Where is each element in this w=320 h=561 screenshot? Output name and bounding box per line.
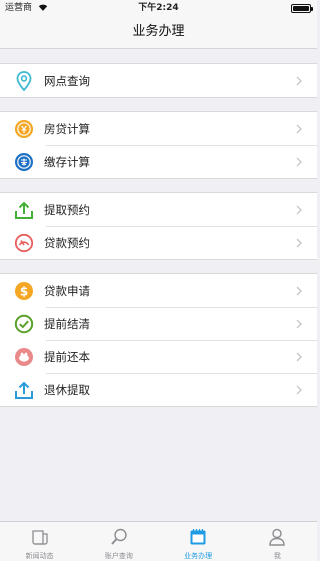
chevron-right-icon bbox=[296, 124, 302, 133]
row-deposit-calc[interactable]: 缴存计算 bbox=[0, 145, 317, 178]
row-label: 提前还本 bbox=[44, 349, 90, 364]
row-loan-application[interactable]: $ 贷款申请 bbox=[0, 274, 317, 307]
row-label: 提取预约 bbox=[44, 202, 90, 217]
row-label: 退休提取 bbox=[44, 382, 90, 397]
status-time: 下午2:24 bbox=[138, 3, 179, 13]
loan-calc-icon bbox=[14, 119, 34, 139]
row-early-settlement[interactable]: 提前结清 bbox=[0, 307, 317, 340]
check-circle-icon bbox=[14, 314, 34, 334]
upload-icon bbox=[14, 200, 34, 220]
chevron-right-icon bbox=[296, 76, 302, 85]
tab-account-query[interactable]: 账户查询 bbox=[79, 522, 158, 561]
battery-icon bbox=[291, 4, 313, 13]
row-label: 缴存计算 bbox=[44, 154, 90, 169]
deposit-calc-icon bbox=[14, 152, 34, 172]
chevron-right-icon bbox=[296, 157, 302, 166]
row-label: 网点查询 bbox=[44, 73, 90, 88]
row-label: 房贷计算 bbox=[44, 121, 90, 136]
list-group: $ 贷款申请 提前结清 提前还本 退休提取 bbox=[0, 273, 317, 407]
location-pin-icon bbox=[14, 70, 34, 91]
chevron-right-icon bbox=[296, 319, 302, 328]
tab-bar: 新闻动态 账户查询 业务办理 我 bbox=[0, 521, 317, 561]
share-out-icon bbox=[14, 380, 34, 400]
row-label: 提前结清 bbox=[44, 316, 90, 331]
row-loan-appointment[interactable]: 贷款预约 bbox=[0, 226, 317, 259]
chevron-right-icon bbox=[296, 286, 302, 295]
row-label: 贷款申请 bbox=[44, 283, 90, 298]
calendar-icon bbox=[187, 526, 209, 548]
svg-text:$: $ bbox=[20, 284, 28, 298]
gauge-icon bbox=[14, 233, 34, 253]
row-retirement-withdraw[interactable]: 退休提取 bbox=[0, 373, 317, 406]
list-group: 网点查询 bbox=[0, 63, 317, 98]
chevron-right-icon bbox=[296, 385, 302, 394]
list-group: 房贷计算 缴存计算 bbox=[0, 111, 317, 179]
tab-label: 新闻动态 bbox=[25, 552, 54, 560]
tab-label: 业务办理 bbox=[184, 552, 213, 560]
tab-label: 我 bbox=[273, 552, 281, 560]
magnifier-icon bbox=[108, 526, 130, 548]
chevron-right-icon bbox=[296, 352, 302, 361]
row-withdraw-appointment[interactable]: 提取预约 bbox=[0, 193, 317, 226]
tab-me[interactable]: 我 bbox=[238, 522, 317, 561]
person-icon bbox=[266, 526, 288, 548]
tab-business[interactable]: 业务办理 bbox=[159, 522, 238, 561]
news-icon bbox=[29, 526, 51, 548]
dollar-coin-icon: $ bbox=[14, 281, 34, 301]
chevron-right-icon bbox=[296, 238, 302, 247]
status-bar: 运营商 下午2:24 bbox=[0, 0, 317, 16]
piggy-bank-icon bbox=[14, 347, 34, 367]
row-mortgage-calc[interactable]: 房贷计算 bbox=[0, 112, 317, 145]
tab-label: 账户查询 bbox=[104, 552, 133, 560]
nav-bar: 业务办理 bbox=[0, 16, 317, 49]
row-early-repayment[interactable]: 提前还本 bbox=[0, 340, 317, 373]
row-label: 贷款预约 bbox=[44, 235, 90, 250]
list-group: 提取预约 贷款预约 bbox=[0, 192, 317, 260]
chevron-right-icon bbox=[296, 205, 302, 214]
row-branch-query[interactable]: 网点查询 bbox=[0, 64, 317, 97]
tab-news[interactable]: 新闻动态 bbox=[0, 522, 79, 561]
page-title: 业务办理 bbox=[132, 24, 185, 39]
service-list: 网点查询 房贷计算 缴存计算 提取预约 贷款预约 $ 贷款申请 提前结清 提前还… bbox=[0, 49, 317, 407]
